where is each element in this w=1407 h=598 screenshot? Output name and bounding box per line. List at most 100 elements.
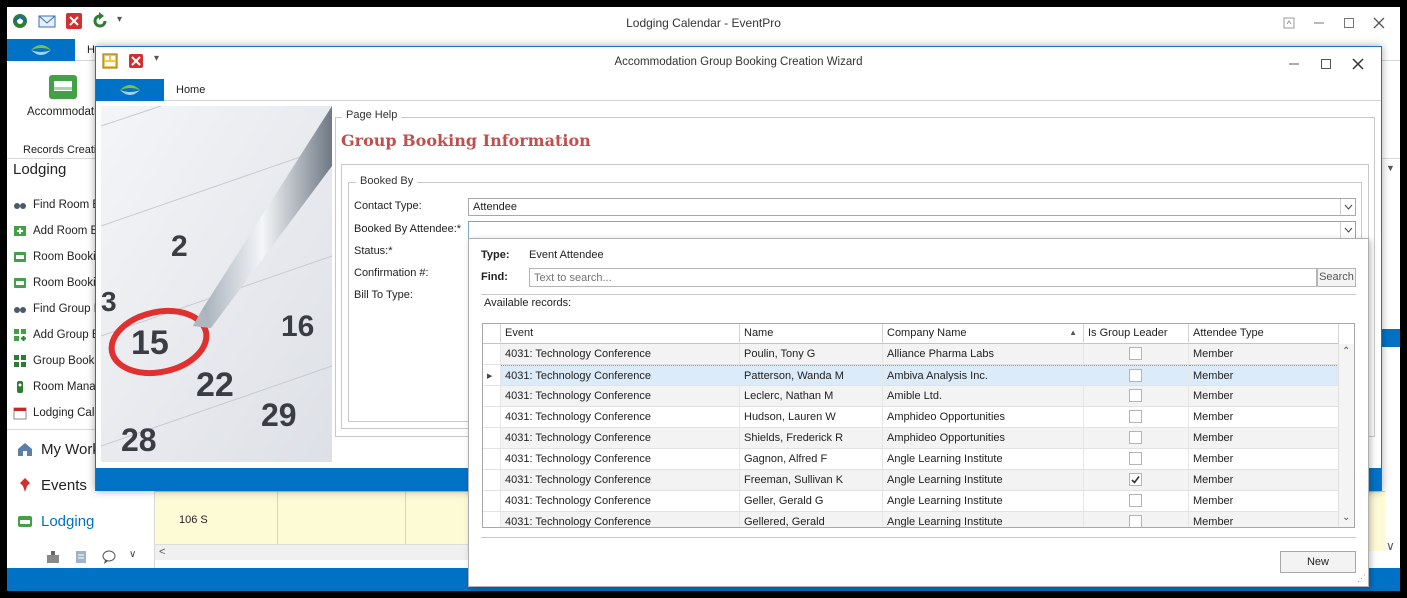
scroll-down-icon[interactable]: ⌄ (1342, 512, 1350, 523)
cell-event[interactable]: 4031: Technology Conference (501, 344, 740, 364)
cell-company[interactable]: Angle Learning Institute (883, 512, 1084, 527)
add-group-icon (13, 328, 27, 342)
booked-by-attendee-select[interactable] (468, 221, 1356, 239)
resize-grip-icon[interactable]: ⋰ (1357, 573, 1366, 584)
grid-vertical-scrollbar[interactable]: ⌃ ⌄ (1338, 344, 1354, 527)
restore-ribbon-icon[interactable] (1276, 10, 1302, 36)
wizard-file-tab[interactable] (96, 79, 164, 101)
chevron-down-icon[interactable] (1340, 222, 1355, 238)
cell-leader (1084, 407, 1189, 427)
table-row[interactable]: 4031: Technology Conference Hudson, Laure… (483, 407, 1339, 428)
cell-type[interactable]: Member (1189, 344, 1339, 364)
table-row[interactable]: 4031: Technology Conference Gagnon, Alfre… (483, 449, 1339, 470)
cell-company[interactable]: Amphideo Opportunities (883, 407, 1084, 427)
cell-type[interactable]: Member (1189, 512, 1339, 527)
page-help-legend: Page Help (342, 109, 402, 121)
cell-event[interactable]: 4031: Technology Conference (501, 512, 740, 527)
group-leader-checkbox[interactable] (1129, 515, 1142, 527)
cell-company[interactable]: Angle Learning Institute (883, 449, 1084, 469)
chat-icon[interactable] (101, 549, 117, 565)
chevron-down-icon[interactable]: ∨ (129, 549, 136, 565)
cell-event[interactable]: 4031: Technology Conference (501, 491, 740, 511)
group-leader-checkbox[interactable] (1129, 452, 1142, 465)
reports-icon[interactable] (73, 549, 89, 565)
search-input[interactable] (529, 268, 1317, 287)
type-label: Type: (481, 249, 510, 261)
cell-name[interactable]: Leclerc, Nathan M (740, 386, 883, 406)
new-button[interactable]: New (1280, 551, 1356, 573)
minimize-icon[interactable] (1306, 10, 1332, 36)
cell-type[interactable]: Member (1189, 407, 1339, 427)
cell-event[interactable]: 4031: Technology Conference (501, 407, 740, 427)
cell-company[interactable]: Angle Learning Institute (883, 491, 1084, 511)
cell-event[interactable]: 4031: Technology Conference (501, 386, 740, 406)
nav-module-lodging[interactable]: Lodging (17, 509, 147, 533)
column-header[interactable]: Event (501, 324, 740, 344)
table-row[interactable]: 4031: Technology Conference Leclerc, Nath… (483, 386, 1339, 407)
table-row[interactable]: ▶ 4031: Technology Conference Patterson, W… (483, 365, 1339, 386)
row-indicator (483, 344, 501, 364)
cell-type[interactable]: Member (1189, 365, 1339, 385)
cell-event[interactable]: 4031: Technology Conference (501, 449, 740, 469)
cell-name[interactable]: Gellered, Gerald (740, 512, 883, 527)
chevron-down-icon[interactable] (1340, 199, 1355, 215)
column-header[interactable]: Is Group Leader (1084, 324, 1189, 344)
group-leader-checkbox[interactable] (1129, 494, 1142, 507)
column-header[interactable]: Company Name ▲ (883, 324, 1084, 344)
cell-type[interactable]: Member (1189, 428, 1339, 448)
cell-company[interactable]: Amphideo Opportunities (883, 428, 1084, 448)
pin-icon (17, 477, 33, 493)
cell-company[interactable]: Angle Learning Institute (883, 470, 1084, 490)
cell-type[interactable]: Member (1189, 449, 1339, 469)
cell-name[interactable]: Freeman, Sullivan K (740, 470, 883, 490)
cell-name[interactable]: Hudson, Lauren W (740, 407, 883, 427)
table-row[interactable]: 4031: Technology Conference Gellered, Ger… (483, 512, 1339, 527)
column-header[interactable]: Attendee Type (1189, 324, 1339, 344)
wizard-tab-home[interactable]: Home (176, 84, 205, 96)
scroll-down-icon[interactable]: ∨ (1386, 539, 1395, 553)
accommodation-icon[interactable] (47, 71, 79, 103)
group-leader-checkbox[interactable] (1129, 410, 1142, 423)
cell-type[interactable]: Member (1189, 491, 1339, 511)
cell-company[interactable]: Alliance Pharma Labs (883, 344, 1084, 364)
tab-home[interactable]: H (87, 44, 95, 56)
group-leader-checkbox[interactable] (1129, 347, 1142, 360)
group-leader-checkbox[interactable] (1129, 431, 1142, 444)
cell-type[interactable]: Member (1189, 470, 1339, 490)
cell-name[interactable]: Gagnon, Alfred F (740, 449, 883, 469)
group-leader-checkbox[interactable] (1129, 473, 1142, 486)
cell-name[interactable]: Poulin, Tony G (740, 344, 883, 364)
wizard-close-icon[interactable] (1345, 51, 1371, 77)
tools-icon[interactable] (45, 549, 61, 565)
cell-event[interactable]: 4031: Technology Conference (501, 470, 740, 490)
group-leader-checkbox[interactable] (1129, 389, 1142, 402)
search-button[interactable]: Search (1317, 268, 1356, 287)
file-tab[interactable] (7, 39, 75, 61)
scroll-left-icon[interactable]: < (159, 546, 165, 558)
cell-company[interactable]: Amible Ltd. (883, 386, 1084, 406)
column-header[interactable]: Name (740, 324, 883, 344)
table-row[interactable]: 4031: Technology Conference Geller, Geral… (483, 491, 1339, 512)
cell-event[interactable]: 4031: Technology Conference (501, 428, 740, 448)
wizard-minimize-icon[interactable] (1281, 51, 1307, 77)
scroll-up-icon[interactable]: ⌃ (1342, 346, 1350, 357)
horizontal-scrollbar[interactable]: < (155, 544, 471, 560)
group-leader-checkbox[interactable] (1129, 369, 1142, 382)
scroll-up-icon[interactable]: ▼ (1386, 163, 1395, 173)
contact-type-select[interactable]: Attendee (468, 198, 1356, 216)
table-row[interactable]: 4031: Technology Conference Poulin, Tony … (483, 344, 1339, 365)
close-icon[interactable] (1366, 10, 1392, 36)
table-row[interactable]: 4031: Technology Conference Shields, Fred… (483, 428, 1339, 449)
cell-type[interactable]: Member (1189, 386, 1339, 406)
cell-name[interactable]: Patterson, Wanda M (740, 365, 883, 385)
vertical-scrollbar[interactable]: ▼ ∨ (1380, 159, 1400, 567)
wizard-maximize-icon[interactable] (1313, 51, 1339, 77)
cell-name[interactable]: Shields, Frederick R (740, 428, 883, 448)
table-row[interactable]: 4031: Technology Conference Freeman, Sull… (483, 470, 1339, 491)
calendar-room-cell[interactable]: 106 S (179, 514, 208, 526)
cell-company[interactable]: Ambiva Analysis Inc. (883, 365, 1084, 385)
nav-item-label: Find Room B (33, 199, 101, 211)
cell-name[interactable]: Geller, Gerald G (740, 491, 883, 511)
maximize-icon[interactable] (1336, 10, 1362, 36)
cell-event[interactable]: 4031: Technology Conference (501, 365, 740, 385)
